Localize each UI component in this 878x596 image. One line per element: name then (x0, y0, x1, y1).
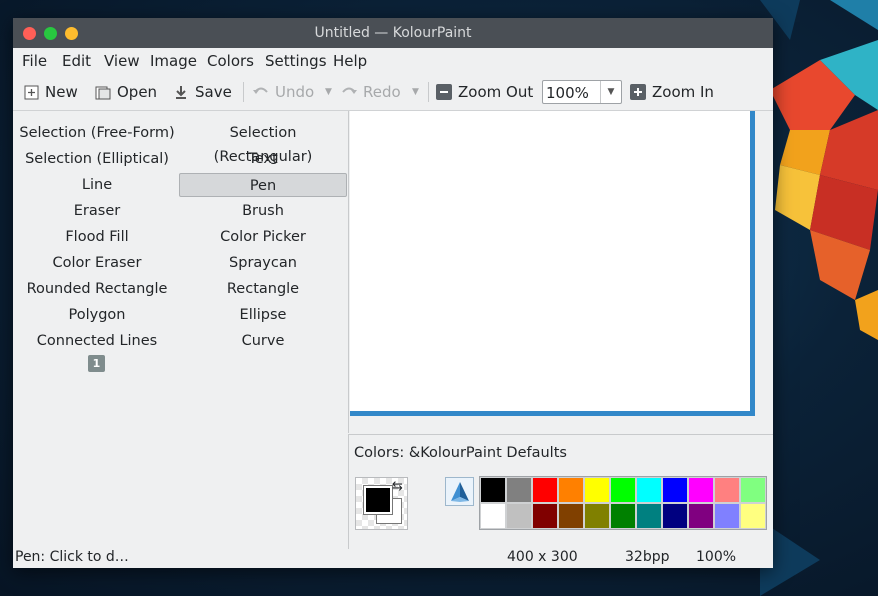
save-label: Save (195, 83, 232, 101)
toolbar-separator (243, 82, 244, 102)
tool-text[interactable]: Text (179, 147, 347, 171)
palette-swatch[interactable] (558, 477, 584, 503)
palette-swatch[interactable] (480, 503, 506, 529)
tool-ellipse[interactable]: Ellipse (179, 303, 347, 327)
tool-connected-lines[interactable]: Connected Lines (13, 329, 181, 353)
palette-swatch[interactable] (506, 477, 532, 503)
menu-bar: File Edit View Image Colors Settings Hel… (13, 48, 773, 74)
tool-option-width-button[interactable]: 1 (88, 355, 105, 372)
menu-file[interactable]: File (22, 52, 47, 70)
drawing-canvas[interactable] (350, 111, 755, 416)
tool-spraycan[interactable]: Spraycan (179, 251, 347, 275)
new-button[interactable]: New (23, 80, 78, 104)
palette-swatch[interactable] (480, 477, 506, 503)
color-palette (479, 476, 767, 530)
palette-swatch[interactable] (506, 503, 532, 529)
tool-curve[interactable]: Curve (179, 329, 347, 353)
palette-swatch[interactable] (558, 503, 584, 529)
palette-swatch[interactable] (636, 503, 662, 529)
tool-color-picker[interactable]: Color Picker (179, 225, 347, 249)
menu-colors[interactable]: Colors (207, 52, 254, 70)
status-zoom: 100% (696, 549, 737, 565)
tool-selection-free-form[interactable]: Selection (Free-Form) (13, 121, 181, 145)
tool-rounded-rectangle[interactable]: Rounded Rectangle (13, 277, 181, 301)
new-document-icon (23, 84, 39, 100)
palette-swatch[interactable] (636, 477, 662, 503)
palette-swatch[interactable] (532, 503, 558, 529)
undo-label: Undo (275, 83, 315, 101)
tool-selection-elliptical[interactable]: Selection (Elliptical) (13, 147, 181, 171)
zoom-in-label: Zoom In (652, 83, 714, 101)
save-icon (173, 84, 189, 100)
wallpaper-dragon (760, 0, 878, 596)
palette-swatch[interactable] (662, 503, 688, 529)
tool-flood-fill[interactable]: Flood Fill (13, 225, 181, 249)
open-button[interactable]: Open (95, 80, 157, 104)
save-button[interactable]: Save (173, 80, 232, 104)
palette-swatch[interactable] (740, 503, 766, 529)
menu-image[interactable]: Image (150, 52, 197, 70)
zoom-in-button[interactable]: Zoom In (630, 80, 714, 104)
tool-rectangle[interactable]: Rectangle (179, 277, 347, 301)
window-title: Untitled — KolourPaint (314, 25, 472, 41)
foreground-color-swatch[interactable] (363, 485, 393, 515)
canvas-scroll-area (348, 111, 773, 433)
palette-swatch[interactable] (740, 477, 766, 503)
status-color-depth: 32bpp (625, 549, 670, 565)
undo-icon (253, 84, 269, 100)
toolbar-separator (428, 82, 429, 102)
zoom-out-icon (436, 84, 452, 100)
chevron-down-icon[interactable]: ▼ (600, 81, 621, 103)
main-toolbar: New Open Save Undo ▼ Redo ▼ Zoom Out 100… (13, 74, 773, 111)
zoom-out-button[interactable]: Zoom Out (436, 80, 533, 104)
new-label: New (45, 83, 78, 101)
pyramid-icon (450, 481, 469, 502)
zoom-out-label: Zoom Out (458, 83, 534, 101)
redo-icon (341, 84, 357, 100)
redo-button[interactable]: Redo (341, 80, 401, 104)
tool-polygon[interactable]: Polygon (13, 303, 181, 327)
redo-dropdown-arrow-icon[interactable]: ▼ (412, 80, 419, 104)
status-image-size: 400 x 300 (507, 549, 578, 565)
palette-swatch[interactable] (610, 477, 636, 503)
menu-view[interactable]: View (104, 52, 140, 70)
open-label: Open (117, 83, 158, 101)
zoom-combobox[interactable]: 100% ▼ (542, 80, 622, 104)
undo-button[interactable]: Undo (253, 80, 314, 104)
menu-settings[interactable]: Settings (265, 52, 327, 70)
status-message: Pen: Click to d… (15, 549, 129, 565)
palette-swatch[interactable] (662, 477, 688, 503)
color-similarity-button[interactable] (445, 477, 474, 506)
palette-swatch[interactable] (688, 477, 714, 503)
palette-swatch[interactable] (584, 503, 610, 529)
open-folder-icon (95, 84, 111, 100)
tool-line[interactable]: Line (13, 173, 181, 197)
menu-help[interactable]: Help (333, 52, 367, 70)
colors-panel: Colors: &KolourPaint Defaults ⇆ (348, 434, 773, 550)
kolourpaint-window: Untitled — KolourPaint File Edit View Im… (13, 18, 773, 568)
tool-eraser[interactable]: Eraser (13, 199, 181, 223)
tool-brush[interactable]: Brush (179, 199, 347, 223)
palette-swatch[interactable] (610, 503, 636, 529)
palette-swatch[interactable] (714, 503, 740, 529)
palette-swatch[interactable] (584, 477, 610, 503)
palette-swatch[interactable] (688, 503, 714, 529)
palette-swatch[interactable] (714, 477, 740, 503)
tool-selection-rectangular[interactable]: Selection (Rectangular) (179, 121, 347, 165)
swap-colors-icon[interactable]: ⇆ (392, 479, 403, 494)
colors-label: Colors: &KolourPaint Defaults (354, 445, 567, 461)
zoom-value: 100% (546, 84, 589, 102)
status-bar: Pen: Click to d… 400 x 300 32bpp 100% (13, 549, 773, 568)
foreground-background-selector[interactable]: ⇆ (355, 477, 408, 530)
tool-color-eraser[interactable]: Color Eraser (13, 251, 181, 275)
redo-label: Redo (363, 83, 401, 101)
palette-swatch[interactable] (532, 477, 558, 503)
zoom-in-icon (630, 84, 646, 100)
menu-edit[interactable]: Edit (62, 52, 91, 70)
undo-dropdown-arrow-icon[interactable]: ▼ (325, 80, 332, 104)
tool-pen[interactable]: Pen (179, 173, 347, 197)
tool-box: Selection (Free-Form) Selection (Rectang… (13, 111, 348, 549)
title-bar: Untitled — KolourPaint (13, 18, 773, 48)
